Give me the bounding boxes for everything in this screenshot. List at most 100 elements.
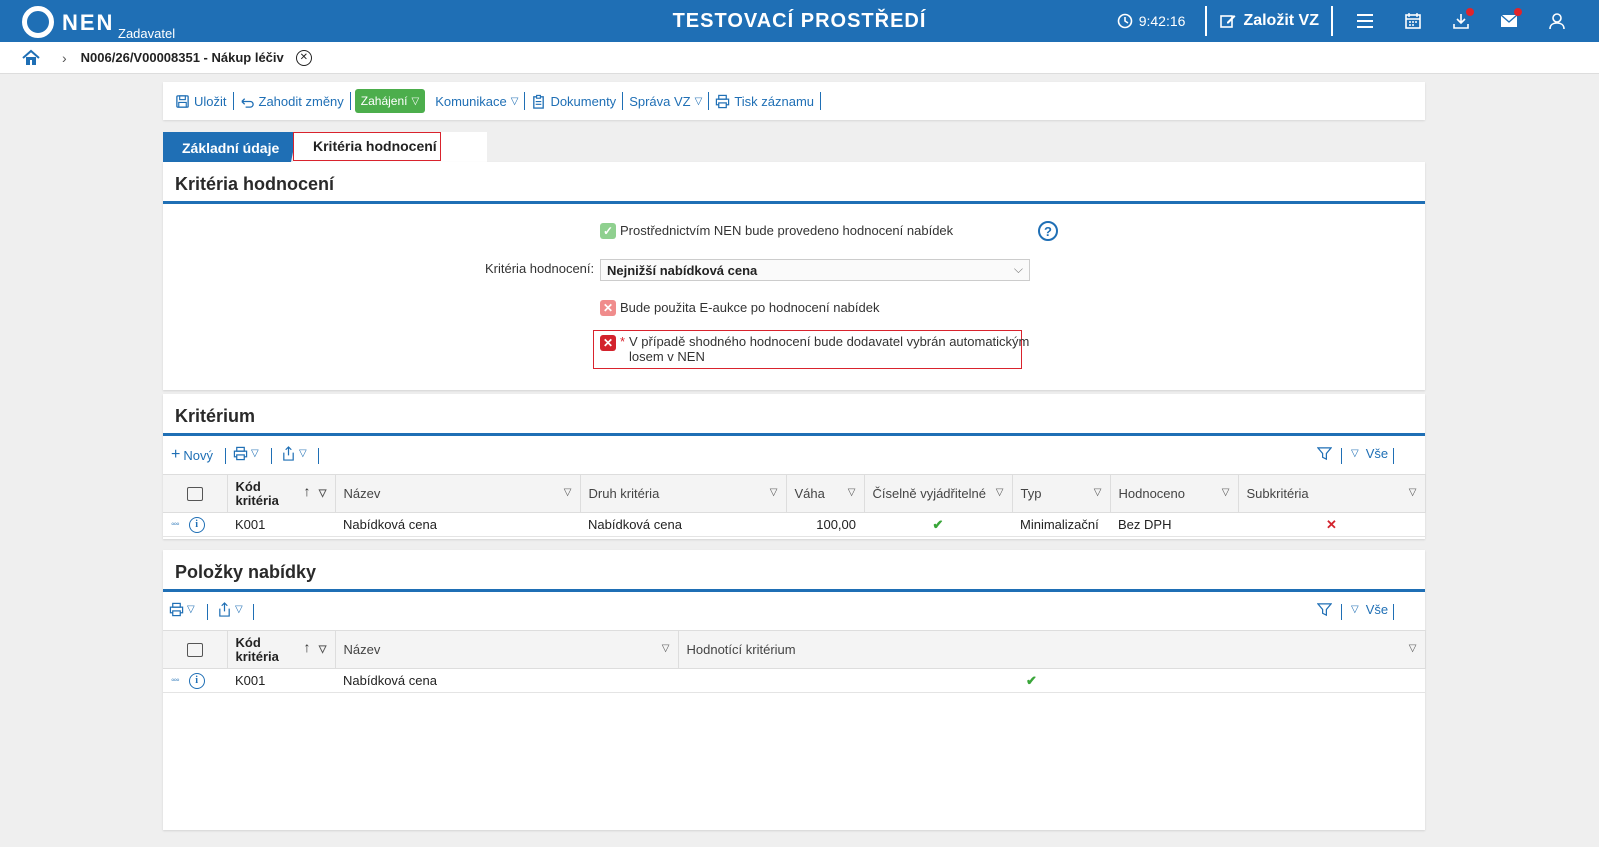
edit-icon: [1220, 15, 1236, 28]
info-icon[interactable]: i: [188, 672, 205, 689]
filter-triangle-icon[interactable]: ▽: [564, 487, 572, 498]
column-header-name[interactable]: Název ▽: [335, 630, 679, 669]
check-icon: ✔: [932, 516, 944, 532]
dropdown-triangle-icon: ▽: [1351, 604, 1359, 615]
filter-triangle-icon[interactable]: ▽: [1222, 487, 1230, 498]
filter-triangle-icon[interactable]: ▽: [848, 487, 856, 498]
save-icon: [176, 94, 189, 108]
column-header-evaluated[interactable]: Hodnoceno ▽: [1110, 474, 1239, 513]
offer-items-panel: Položky nabídky ▽ ▽ ▽ Vše Kód kritéria ↑ ▽: [163, 550, 1426, 830]
communication-menu-button[interactable]: Komunikace ▽: [429, 94, 524, 109]
home-button[interactable]: [22, 49, 40, 67]
dropdown-triangle-icon: ▽: [694, 95, 703, 107]
grid-toolbar: ▽ ▽ ▽ Vše: [163, 592, 1425, 630]
filter-triangle-icon[interactable]: ▽: [1094, 487, 1102, 498]
column-header-weight[interactable]: Váha ▽: [786, 474, 865, 513]
checkbox-eauction[interactable]: ✕: [600, 300, 616, 316]
filter-button[interactable]: [1317, 602, 1332, 617]
criterion-panel: Kritérium + Nový ▽ ▽ ▽ Vše Kód kritéria …: [163, 394, 1426, 539]
more-options-icon[interactable]: ◦◦◦: [171, 519, 180, 530]
tab-evaluation-criteria[interactable]: Kritéria hodnocení: [293, 132, 441, 161]
criteria-select[interactable]: Nejnižší nabídková cena ⌵: [600, 259, 1030, 281]
view-all-select[interactable]: ▽ Vše: [1351, 446, 1388, 461]
tie-lottery-label-line2: losem v NEN: [629, 349, 705, 364]
more-options-icon[interactable]: ◦◦◦: [171, 675, 180, 686]
column-header-type[interactable]: Typ ▽: [1012, 474, 1111, 513]
filter-icon: [1317, 603, 1332, 617]
cell-code: K001: [227, 668, 335, 693]
user-button[interactable]: [1533, 0, 1581, 42]
eauction-label: Bude použita E-aukce po hodnocení nabíde…: [620, 300, 880, 315]
documents-button[interactable]: Dokumenty: [525, 94, 622, 109]
print-record-button[interactable]: Tisk záznamu: [709, 94, 820, 109]
manage-vz-menu-button[interactable]: Správa VZ ▽: [623, 94, 708, 109]
cell-name: Nabídková cena: [335, 668, 678, 693]
column-settings-header[interactable]: [163, 630, 228, 669]
help-button[interactable]: ?: [1038, 221, 1058, 241]
filter-triangle-icon[interactable]: ▽: [770, 487, 778, 498]
sort-up-icon[interactable]: ↑: [304, 640, 311, 654]
create-vz-button[interactable]: Založit VZ: [1215, 12, 1323, 30]
checkbox-tie-lottery[interactable]: ✕: [600, 335, 616, 351]
export-menu-button[interactable]: ▽: [281, 446, 307, 461]
start-menu-button[interactable]: Zahájení ▽: [354, 89, 426, 113]
close-breadcrumb-button[interactable]: ✕: [295, 49, 312, 66]
manage-label: Správa VZ: [629, 93, 691, 109]
filter-triangle-icon[interactable]: ▽: [1409, 643, 1417, 654]
dropdown-triangle-icon: ▽: [411, 95, 420, 107]
info-icon[interactable]: i: [188, 516, 205, 533]
cell-name: Nabídková cena: [335, 512, 580, 537]
cell-subcriteria: ✕: [1238, 512, 1425, 537]
column-header-subcriteria[interactable]: Subkritéria ▽: [1238, 474, 1426, 513]
breadcrumb-item[interactable]: N006/26/V00008351 - Nákup léčiv: [81, 50, 284, 65]
divider: [349, 92, 351, 110]
check-icon: ✔: [1026, 672, 1037, 688]
create-vz-label: Založit VZ: [1243, 12, 1319, 29]
column-label: Typ: [1020, 486, 1042, 501]
new-criterion-button[interactable]: + Nový: [171, 446, 213, 464]
save-button[interactable]: Uložit: [169, 94, 233, 109]
print-menu-button[interactable]: ▽: [169, 602, 195, 617]
filter-triangle-icon[interactable]: ▽: [996, 487, 1004, 498]
printer-icon: [169, 602, 184, 617]
table-row[interactable]: ◦◦◦ i K001 Nabídková cena ✔: [163, 668, 1425, 693]
save-label: Uložit: [194, 93, 227, 109]
column-header-code[interactable]: Kód kritéria ↑ ▽: [227, 630, 336, 669]
checkbox-nen-evaluation[interactable]: ✓: [600, 223, 616, 239]
close-icon: ✕: [299, 51, 308, 63]
menu-button[interactable]: [1341, 0, 1389, 42]
column-header-code[interactable]: Kód kritéria ↑ ▽: [227, 474, 336, 513]
view-all-select[interactable]: ▽ Vše: [1351, 602, 1388, 617]
column-header-numeric[interactable]: Číselně vyjádřitelné ▽: [864, 474, 1013, 513]
discard-label: Zahodit změny: [258, 93, 344, 109]
discard-changes-button[interactable]: Zahodit změny: [234, 94, 350, 109]
tab-basic-info[interactable]: Základní údaje: [163, 132, 291, 162]
panel-title: Kritéria hodnocení: [163, 162, 1425, 204]
dropdown-triangle-icon: ▽: [251, 448, 259, 459]
nen-evaluation-label: Prostřednictvím NEN bude provedeno hodno…: [620, 223, 954, 238]
export-menu-button[interactable]: ▽: [217, 602, 243, 617]
divider: [1393, 448, 1394, 464]
chevron-down-icon: ⌵: [1013, 262, 1023, 276]
question-mark-icon: ?: [1044, 223, 1052, 239]
print-menu-button[interactable]: ▽: [233, 446, 259, 461]
table-row[interactable]: ◦◦◦ i K001 Nabídková cena Nabídková cena …: [163, 512, 1425, 537]
column-settings-header[interactable]: [163, 474, 228, 513]
column-header-evaluating[interactable]: Hodnotící kritérium ▽: [678, 630, 1426, 669]
column-header-kind[interactable]: Druh kritéria ▽: [580, 474, 787, 513]
sort-up-icon[interactable]: ↑: [304, 484, 311, 498]
filter-triangle-icon[interactable]: ▽: [319, 643, 327, 657]
mail-button[interactable]: [1485, 0, 1533, 42]
dropdown-triangle-icon: ▽: [187, 604, 195, 615]
filter-button[interactable]: [1317, 446, 1332, 461]
filter-triangle-icon[interactable]: ▽: [319, 487, 327, 501]
chevron-right-icon: ›: [62, 49, 67, 66]
download-button[interactable]: [1437, 0, 1485, 42]
column-header-name[interactable]: Název ▽: [335, 474, 581, 513]
filter-triangle-icon[interactable]: ▽: [1409, 487, 1417, 498]
mail-icon: [1500, 14, 1518, 27]
all-label: Vše: [1365, 602, 1389, 617]
calendar-button[interactable]: [1389, 0, 1437, 42]
plus-icon: +: [171, 446, 181, 463]
filter-triangle-icon[interactable]: ▽: [662, 643, 670, 654]
